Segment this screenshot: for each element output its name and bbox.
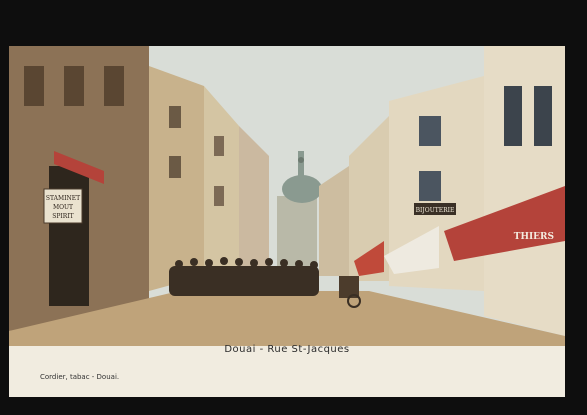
sign-staminet: STAMINET bbox=[46, 195, 80, 202]
shop-sign-thiers: THIERS bbox=[514, 232, 554, 242]
postcard-caption: Douai - Rue St-Jacques bbox=[224, 344, 350, 355]
sign-bijouterie: BIJOUTERIE bbox=[416, 207, 455, 214]
sign-mout: MOUT bbox=[53, 204, 73, 211]
shop-sign-left: STAMINET MOUT SPIRIT bbox=[43, 188, 83, 224]
postcard-frame: STAMINET MOUT SPIRIT BIJOUTERIE THIERS D… bbox=[0, 0, 587, 415]
postcard: STAMINET MOUT SPIRIT BIJOUTERIE THIERS D… bbox=[9, 46, 565, 397]
sign-spirit: SPIRIT bbox=[52, 213, 73, 220]
street-photo: STAMINET MOUT SPIRIT BIJOUTERIE THIERS bbox=[9, 46, 565, 346]
printer-credit: Cordier, tabac - Douai. bbox=[40, 373, 120, 381]
sign-thiers: THIERS bbox=[514, 232, 554, 242]
shop-sign-bijouterie: BIJOUTERIE bbox=[414, 203, 456, 215]
